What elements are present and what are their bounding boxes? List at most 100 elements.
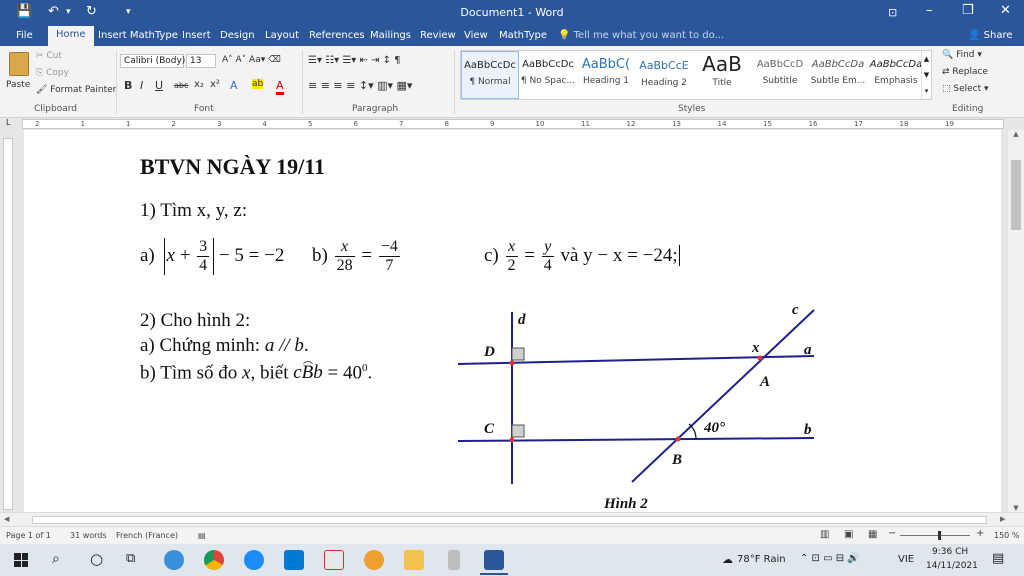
subscript-button[interactable]: x₂ bbox=[194, 79, 204, 90]
vertical-scrollbar[interactable]: ▲ ▼ bbox=[1008, 130, 1024, 512]
file-explorer-icon[interactable] bbox=[404, 550, 424, 570]
chrome-icon[interactable] bbox=[204, 550, 224, 570]
tab-insert[interactable]: Insert bbox=[182, 28, 211, 43]
zoom-out-icon[interactable]: − bbox=[888, 528, 896, 539]
paste-button[interactable]: Paste bbox=[6, 50, 32, 100]
tab-mathtype[interactable]: MathType bbox=[499, 28, 547, 43]
web-layout-icon[interactable]: ▦ bbox=[868, 529, 877, 540]
notification-icon[interactable]: ▤ bbox=[992, 551, 1004, 566]
horizontal-scroll-thumb[interactable] bbox=[32, 516, 987, 524]
style-title[interactable]: AaB Title bbox=[693, 51, 751, 99]
text-effects-button[interactable]: A bbox=[230, 79, 238, 92]
scroll-right-icon[interactable]: ▶ bbox=[1000, 515, 1005, 523]
tab-file[interactable]: File bbox=[16, 28, 33, 43]
zoom-level[interactable]: 150 % bbox=[994, 531, 1019, 540]
app-icon-3[interactable] bbox=[448, 550, 460, 570]
language-indicator[interactable]: French (France) bbox=[116, 531, 178, 540]
replace-button[interactable]: ⇄ Replace bbox=[942, 67, 988, 77]
grow-font-icon[interactable]: A˄ A˅ Aa▾ ⌫ bbox=[222, 55, 281, 65]
task-view-icon[interactable]: ⧉ bbox=[126, 551, 135, 566]
question-1: 1) Tìm x, y, z: bbox=[140, 200, 248, 221]
tab-mailings[interactable]: Mailings bbox=[370, 28, 411, 43]
tab-references[interactable]: References bbox=[309, 28, 365, 43]
zoom-slider-thumb[interactable] bbox=[938, 531, 941, 540]
cut-button[interactable]: ✂ Cut bbox=[36, 51, 62, 61]
font-name-select[interactable]: Calibri (Body) bbox=[120, 54, 185, 68]
tab-insert-mathtype[interactable]: Insert MathType bbox=[98, 28, 178, 43]
tab-view[interactable]: View bbox=[464, 28, 488, 43]
style-subtitle[interactable]: AaBbCcD Subtitle bbox=[751, 51, 809, 99]
restore-button[interactable]: ❐ bbox=[962, 3, 974, 18]
tab-home[interactable]: Home bbox=[48, 26, 94, 46]
scroll-left-icon[interactable]: ◀ bbox=[4, 515, 9, 523]
tab-design[interactable]: Design bbox=[220, 28, 255, 43]
print-layout-icon[interactable]: ▣ bbox=[844, 529, 853, 540]
clock-time[interactable]: 9:36 CH bbox=[932, 547, 968, 557]
input-language[interactable]: VIE bbox=[898, 554, 914, 565]
vertical-ruler-scale[interactable] bbox=[3, 138, 13, 510]
style-subtle-emphasis[interactable]: AaBbCcDa Subtle Em... bbox=[809, 51, 867, 99]
style-heading-1[interactable]: AaBbC(Heading 1 bbox=[577, 51, 635, 99]
eq-1c-den2: 4 bbox=[543, 257, 552, 274]
style-normal[interactable]: AaBbCcDc ¶ Normal bbox=[461, 51, 519, 99]
select-button[interactable]: ⬚ Select ▾ bbox=[942, 84, 989, 94]
cortana-icon[interactable]: ○ bbox=[90, 550, 103, 568]
label-c: c bbox=[792, 302, 799, 318]
strikethrough-button[interactable]: abc bbox=[174, 81, 188, 90]
zoom-slider[interactable] bbox=[900, 535, 970, 536]
highlight-button[interactable]: ab bbox=[252, 79, 264, 89]
close-button[interactable]: ✕ bbox=[1000, 3, 1011, 18]
tell-me-input[interactable]: 💡 Tell me what you want to do... bbox=[558, 30, 724, 41]
font-size-select[interactable]: 13 bbox=[186, 54, 216, 68]
font-color-button[interactable]: A bbox=[276, 79, 284, 95]
ruler-scale[interactable]: 2 1 1 2 3 4 5 6 7 8 9 10 11 12 13 14 15 16 17 18 19 bbox=[22, 119, 1004, 129]
style-no-spacing[interactable]: AaBbCcDc ¶ No Spac... bbox=[519, 51, 577, 99]
alignment-buttons-icon[interactable]: ≡ ≡ ≡ ≡ ↕▾ ▥▾ ▦▾ bbox=[308, 79, 412, 92]
find-button[interactable]: 🔍 Find ▾ bbox=[942, 50, 982, 60]
tab-layout[interactable]: Layout bbox=[265, 28, 299, 43]
weather-icon[interactable]: ☁ bbox=[722, 553, 733, 566]
zoom-in-icon[interactable]: + bbox=[976, 528, 984, 539]
tab-selector-icon[interactable]: L bbox=[6, 118, 10, 127]
style-name: Heading 2 bbox=[640, 78, 688, 88]
minimize-button[interactable]: – bbox=[926, 3, 933, 18]
scroll-down-icon[interactable]: ▼ bbox=[1008, 504, 1024, 512]
page-count[interactable]: Page 1 of 1 bbox=[6, 531, 51, 540]
tray-icons[interactable]: ⌃ ⊡ ▭ ⊟ 🔊 bbox=[800, 553, 860, 564]
bold-button[interactable]: B bbox=[124, 79, 132, 92]
scroll-thumb[interactable] bbox=[1011, 160, 1021, 230]
style-heading-2[interactable]: AaBbCcE Heading 2 bbox=[635, 51, 693, 99]
word-icon[interactable] bbox=[484, 550, 504, 570]
eq-1b-den1: 28 bbox=[336, 257, 353, 274]
style-emphasis[interactable]: AaBbCcDa Emphasis bbox=[867, 51, 925, 99]
share-button[interactable]: 👤 Share bbox=[968, 30, 1013, 41]
app-icon-2[interactable] bbox=[364, 550, 384, 570]
tab-review[interactable]: Review bbox=[420, 28, 456, 43]
windows-start-icon[interactable] bbox=[14, 553, 28, 567]
paragraph-group-label: Paragraph bbox=[352, 104, 399, 114]
horizontal-scrollbar[interactable]: ◀ ▶ bbox=[0, 512, 1024, 526]
format-painter-button[interactable]: 🖌 Format Painter bbox=[36, 85, 116, 95]
ribbon-display-icon[interactable]: ⊡ bbox=[888, 6, 897, 19]
macro-icon[interactable]: ▤ bbox=[198, 531, 206, 540]
word-count[interactable]: 31 words bbox=[70, 531, 107, 540]
superscript-button[interactable]: x² bbox=[210, 79, 220, 90]
style-preview: AaBbCcDa bbox=[811, 59, 865, 70]
zalo-icon[interactable] bbox=[244, 550, 264, 570]
q2b-angle-arc: ⌒ bbox=[303, 362, 313, 374]
scroll-up-icon[interactable]: ▲ bbox=[1008, 130, 1024, 138]
underline-button[interactable]: U bbox=[155, 79, 163, 92]
app-icon-1[interactable] bbox=[164, 550, 184, 570]
paint-icon[interactable] bbox=[324, 550, 344, 570]
italic-button[interactable]: I bbox=[140, 79, 143, 92]
eq-1c-num2: y bbox=[541, 238, 554, 257]
clock-date[interactable]: 14/11/2021 bbox=[926, 561, 978, 571]
document-page[interactable]: BTVN NGÀY 19/11 1) Tìm x, y, z: a) x + 3… bbox=[24, 130, 1001, 512]
weather-text[interactable]: 78°F Rain bbox=[737, 554, 786, 565]
copy-button[interactable]: ⎘ Copy bbox=[36, 68, 69, 78]
search-icon[interactable]: ⌕ bbox=[52, 551, 60, 567]
mail-icon[interactable] bbox=[284, 550, 304, 570]
read-mode-icon[interactable]: ▥ bbox=[820, 529, 829, 540]
styles-scroll-icon[interactable]: ▲ ▼ ▾ bbox=[921, 51, 931, 99]
list-buttons-icon[interactable]: ☰▾ ☷▾ ☰▾ ⇤ ⇥ ↕ ¶ bbox=[308, 55, 401, 66]
